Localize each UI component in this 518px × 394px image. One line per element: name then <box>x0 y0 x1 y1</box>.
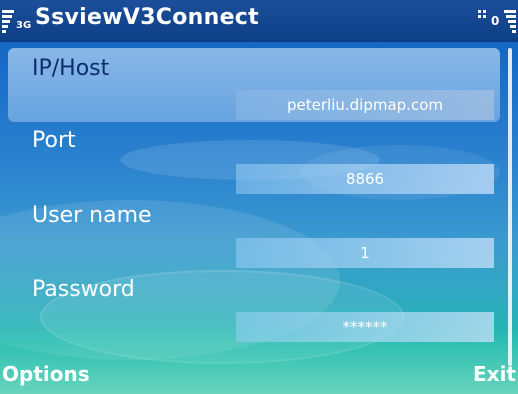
exit-softkey[interactable]: Exit <box>473 362 516 386</box>
user-name-field[interactable]: 1 <box>236 238 494 268</box>
battery-number: 0 <box>491 14 500 28</box>
phone-screen: 3G SsviewV3Connect 0 IP/Host peterliu.di… <box>0 0 518 394</box>
port-label: Port <box>32 128 76 153</box>
grid-icon <box>478 10 487 19</box>
app-title: SsviewV3Connect <box>35 5 259 30</box>
status-bar: 3G SsviewV3Connect 0 <box>0 0 518 42</box>
port-field[interactable]: 8866 <box>236 164 494 194</box>
network-type-label: 3G <box>16 20 32 31</box>
ip-host-label: IP/Host <box>32 56 110 81</box>
password-field[interactable]: ****** <box>236 312 494 342</box>
battery-level-icon <box>504 10 516 34</box>
signal-strength-icon <box>2 10 14 34</box>
user-name-label: User name <box>32 203 152 228</box>
options-softkey[interactable]: Options <box>2 362 90 386</box>
ip-host-field[interactable]: peterliu.dipmap.com <box>236 90 494 120</box>
scrollbar[interactable] <box>508 48 512 366</box>
password-label: Password <box>32 277 135 302</box>
